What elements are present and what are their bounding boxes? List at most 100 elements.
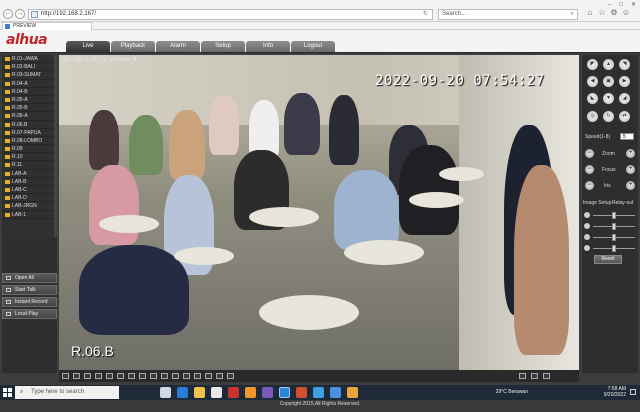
windows-icon[interactable] [531, 373, 538, 379]
instant-record-button[interactable]: Instant Record [2, 297, 57, 307]
menu-setup[interactable]: Setup [201, 41, 245, 52]
ptz-up-left-button[interactable]: ◤ [587, 59, 598, 70]
slider-knob[interactable] [612, 223, 616, 230]
slider-knob[interactable] [612, 245, 616, 252]
speed-select[interactable]: 5 [620, 133, 634, 140]
camera-list-item[interactable]: R.05-B [2, 104, 57, 113]
camera-list-item[interactable]: R.10 [2, 153, 57, 162]
camera-list-scrollbar[interactable] [54, 55, 57, 237]
back-button[interactable]: ← [3, 9, 13, 19]
star-icon[interactable]: ☆ [596, 8, 608, 17]
browser-search-input[interactable]: Search... ⌕ [438, 9, 578, 20]
ptz-right-button[interactable]: ▶ [619, 76, 630, 87]
close-all-icon[interactable] [205, 373, 212, 379]
saturation-slider[interactable] [584, 233, 636, 242]
smiley-icon[interactable]: ☺ [620, 8, 632, 17]
gear-icon[interactable]: ⚙ [608, 8, 620, 17]
menu-playback[interactable]: Playback [111, 41, 155, 52]
split-9-icon[interactable] [84, 373, 91, 379]
lock-icon[interactable] [227, 373, 234, 379]
tab-preview[interactable]: PREVIEW [2, 22, 92, 30]
split-16-icon[interactable] [95, 373, 102, 379]
app-icon[interactable] [313, 387, 324, 398]
maximize-icon[interactable]: □ [619, 2, 623, 8]
close-icon[interactable]: ✕ [631, 2, 636, 8]
camera-list[interactable]: R.01-JAWA R.02-BALI R.03-SUMAT R.04-A R.04-B… [2, 55, 57, 237]
ptz-up-right-button[interactable]: ◥ [619, 59, 630, 70]
slider-knob[interactable] [612, 212, 616, 219]
audio-icon[interactable] [183, 373, 190, 379]
app-icon[interactable] [330, 387, 341, 398]
zoom-plus-button[interactable]: + [626, 149, 635, 158]
record-icon[interactable] [172, 373, 179, 379]
minimize-icon[interactable]: – [608, 2, 611, 8]
split-36-icon[interactable] [117, 373, 124, 379]
hue-slider[interactable] [584, 244, 636, 253]
sequence-icon[interactable] [216, 373, 223, 379]
ptz-down-right-button[interactable]: ◢ [619, 93, 630, 104]
live-video[interactable]: 192.168.2.167_9_10kbbps_M 2022-09-20 07:… [59, 55, 579, 370]
ptz-up-button[interactable]: ▲ [603, 59, 614, 70]
camera-list-item[interactable]: R.08-LOMBO [2, 137, 57, 146]
slider-knob[interactable] [612, 234, 616, 241]
edge-icon[interactable] [177, 387, 188, 398]
camera-list-item[interactable]: R.04-B [2, 88, 57, 96]
ptz-preset-button[interactable]: ◎ [587, 111, 598, 122]
camera-list-item[interactable]: R.06-A [2, 112, 57, 121]
camera-list-item[interactable]: LAB-D [2, 194, 57, 203]
taskbar-search-input[interactable]: ⌕ Type here to search [15, 386, 119, 399]
iris-minus-button[interactable]: − [585, 181, 594, 190]
app-icon[interactable] [228, 387, 239, 398]
camera-list-item[interactable]: R.09 [2, 145, 57, 154]
app-icon[interactable] [262, 387, 273, 398]
camera-list-item[interactable]: R.04-A [2, 80, 57, 88]
camera-list-item[interactable]: LAB-A [2, 170, 57, 178]
fullscreen-icon[interactable] [128, 373, 135, 379]
clock[interactable]: 7:58 AM 9/20/2022 [604, 386, 626, 398]
camera-list-item[interactable]: LAB-B [2, 178, 57, 186]
camera-list-item[interactable]: LAB-1 [2, 211, 57, 219]
ptz-tour-button[interactable]: ↻ [603, 111, 614, 122]
zoom-minus-button[interactable]: − [585, 149, 594, 158]
forward-button[interactable]: → [15, 9, 25, 19]
camera-list-item[interactable]: R.03-SUMAT [2, 71, 57, 80]
ptz-down-button[interactable]: ▼ [603, 93, 614, 104]
brightness-slider[interactable] [584, 211, 636, 220]
file-explorer-icon[interactable] [194, 387, 205, 398]
tab-image-setup[interactable]: Image Setup [583, 200, 611, 206]
tab-relay-out[interactable]: Relay-out [612, 200, 633, 206]
ptz-center-button[interactable]: ▣ [603, 76, 614, 87]
iris-plus-button[interactable]: + [626, 181, 635, 190]
split-1-icon[interactable] [62, 373, 69, 379]
ptz-left-button[interactable]: ◀ [587, 76, 598, 87]
local-play-button[interactable]: Local Play [2, 309, 57, 319]
start-button[interactable] [3, 388, 12, 397]
camera-list-item[interactable]: R.07-PAPUA [2, 129, 57, 137]
menu-alarm[interactable]: Alarm [156, 41, 200, 52]
menu-info[interactable]: Info [246, 41, 290, 52]
camera-list-item[interactable]: R.02-BALI [2, 63, 57, 72]
layout-icon[interactable] [519, 373, 526, 379]
internet-explorer-icon[interactable] [279, 387, 290, 398]
reset-button[interactable]: Reset [594, 255, 622, 264]
fluency-icon[interactable] [150, 373, 157, 379]
camera-list-item[interactable]: LAB-JRGN [2, 202, 57, 211]
notification-icon[interactable] [630, 389, 636, 395]
contrast-slider[interactable] [584, 222, 636, 231]
menu-live[interactable]: Live [66, 41, 110, 52]
settings-icon[interactable] [543, 373, 550, 379]
firefox-icon[interactable] [245, 387, 256, 398]
split-25-icon[interactable] [106, 373, 113, 379]
focus-plus-button[interactable]: + [626, 165, 635, 174]
camera-list-item[interactable]: LAB-C [2, 186, 57, 195]
camera-list-item[interactable]: R.06.B [2, 121, 57, 129]
home-icon[interactable]: ⌂ [584, 8, 596, 17]
chrome-icon[interactable] [347, 387, 358, 398]
app-icon[interactable] [296, 387, 307, 398]
ptz-down-left-button[interactable]: ◣ [587, 93, 598, 104]
camera-list-item[interactable]: R.05-A [2, 96, 57, 105]
camera-list-item[interactable]: R.11 [2, 161, 57, 170]
focus-minus-button[interactable]: − [585, 165, 594, 174]
task-view-icon[interactable] [160, 387, 171, 398]
ptz-pattern-button[interactable]: ⇄ [619, 111, 630, 122]
